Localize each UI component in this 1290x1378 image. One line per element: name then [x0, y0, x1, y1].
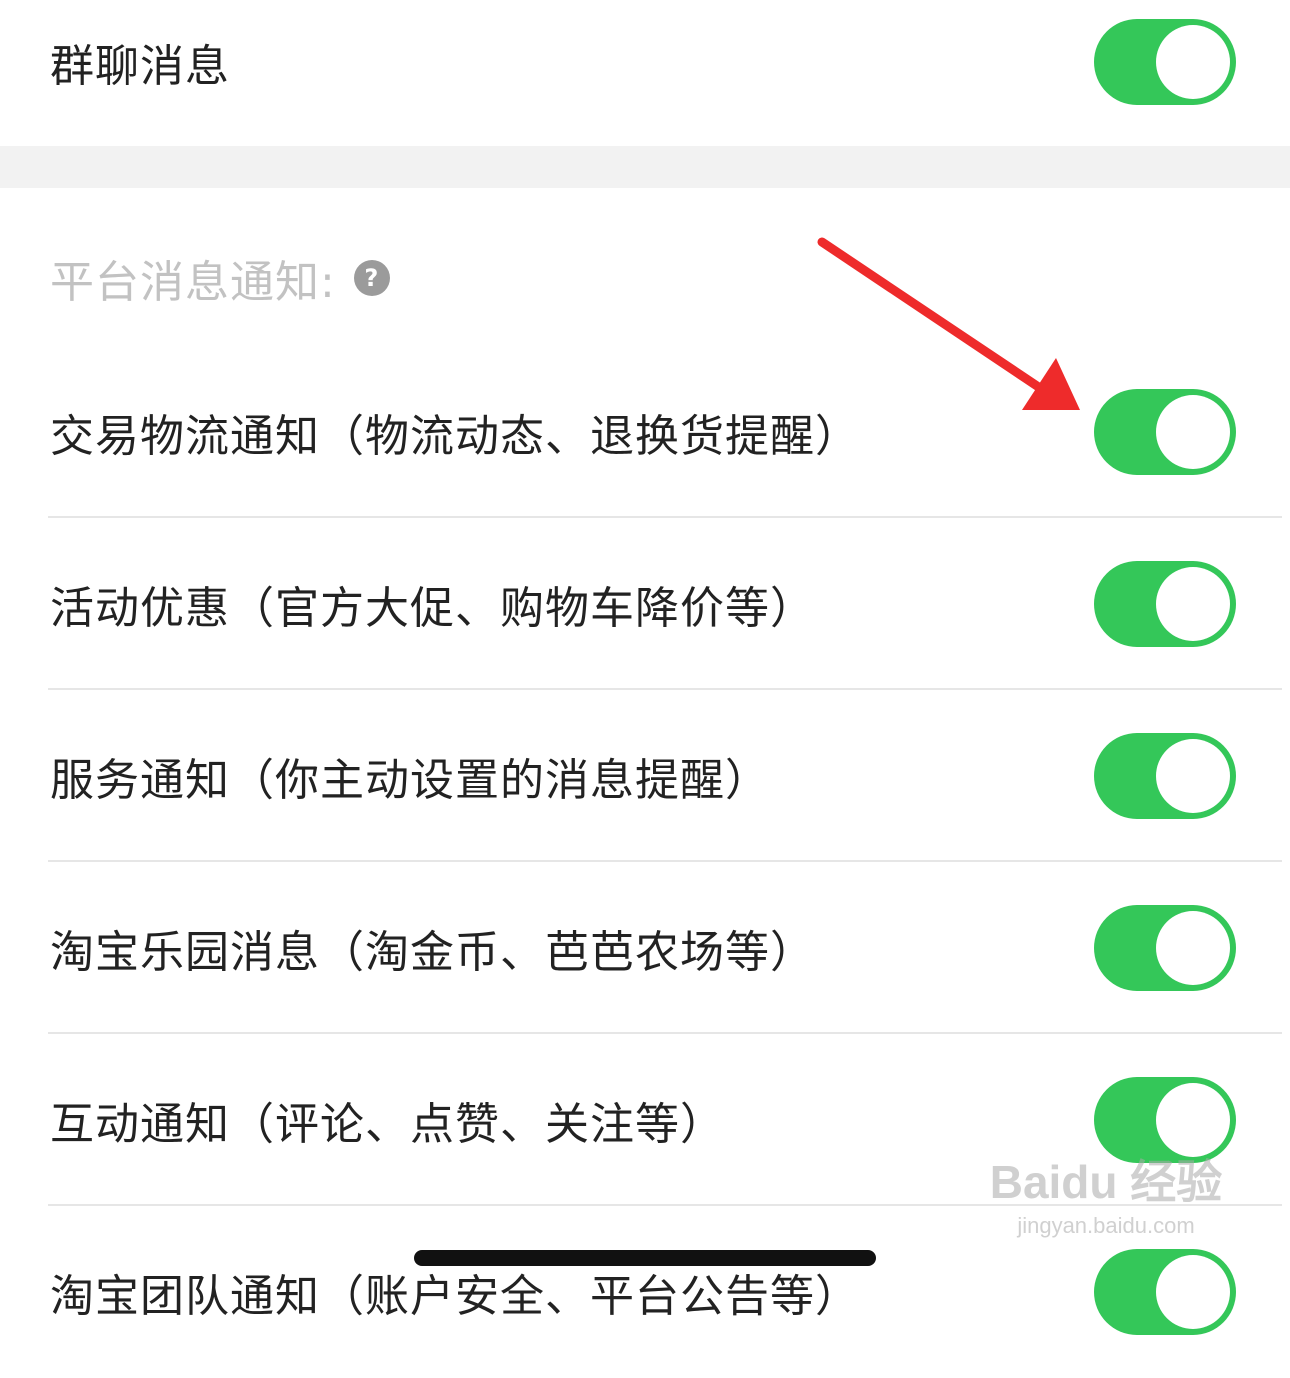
setting-label: 活动优惠（官方大促、购物车降价等） — [50, 583, 815, 634]
toggle-knob — [1156, 567, 1230, 641]
setting-label: 淘宝乐园消息（淘金币、芭芭农场等） — [50, 927, 815, 978]
setting-label: 群聊消息 — [50, 41, 230, 92]
setting-row-service: 服务通知（你主动设置的消息提醒） — [0, 690, 1290, 862]
setting-row-promotions: 活动优惠（官方大促、购物车降价等） — [0, 518, 1290, 690]
section-header: 平台消息通知: ? — [50, 248, 390, 308]
toggle-knob — [1156, 395, 1230, 469]
watermark-url: jingyan.baidu.com — [1017, 1213, 1195, 1238]
toggle-knob — [1156, 25, 1230, 99]
taobao-park-toggle[interactable] — [1094, 905, 1236, 991]
toggle-knob — [1156, 911, 1230, 985]
watermark-logo: Baidu 经验 — [989, 1156, 1223, 1208]
promotions-toggle[interactable] — [1094, 561, 1236, 647]
toggle-knob — [1156, 739, 1230, 813]
setting-row-group-chat: 群聊消息 — [0, 0, 1290, 148]
setting-label: 交易物流通知（物流动态、退换货提醒） — [50, 411, 860, 462]
baidu-watermark: Baidu 经验 jingyan.baidu.com — [986, 1152, 1226, 1270]
question-mark-icon[interactable]: ? — [353, 260, 390, 296]
section-separator — [0, 146, 1290, 188]
section-title: 平台消息通知: — [50, 257, 336, 308]
trade-logistics-toggle[interactable] — [1094, 389, 1236, 475]
setting-label: 淘宝团队通知（账户安全、平台公告等） — [50, 1271, 860, 1322]
setting-row-taobao-park: 淘宝乐园消息（淘金币、芭芭农场等） — [0, 862, 1290, 1034]
interaction-toggle[interactable] — [1094, 1077, 1236, 1163]
setting-label: 服务通知（你主动设置的消息提醒） — [50, 755, 770, 806]
toggle-knob — [1156, 1083, 1230, 1157]
service-toggle[interactable] — [1094, 733, 1236, 819]
home-indicator[interactable] — [414, 1250, 876, 1266]
group-chat-toggle[interactable] — [1094, 19, 1236, 105]
setting-row-trade-logistics: 交易物流通知（物流动态、退换货提醒） — [0, 346, 1290, 518]
setting-label: 互动通知（评论、点赞、关注等） — [50, 1099, 725, 1150]
